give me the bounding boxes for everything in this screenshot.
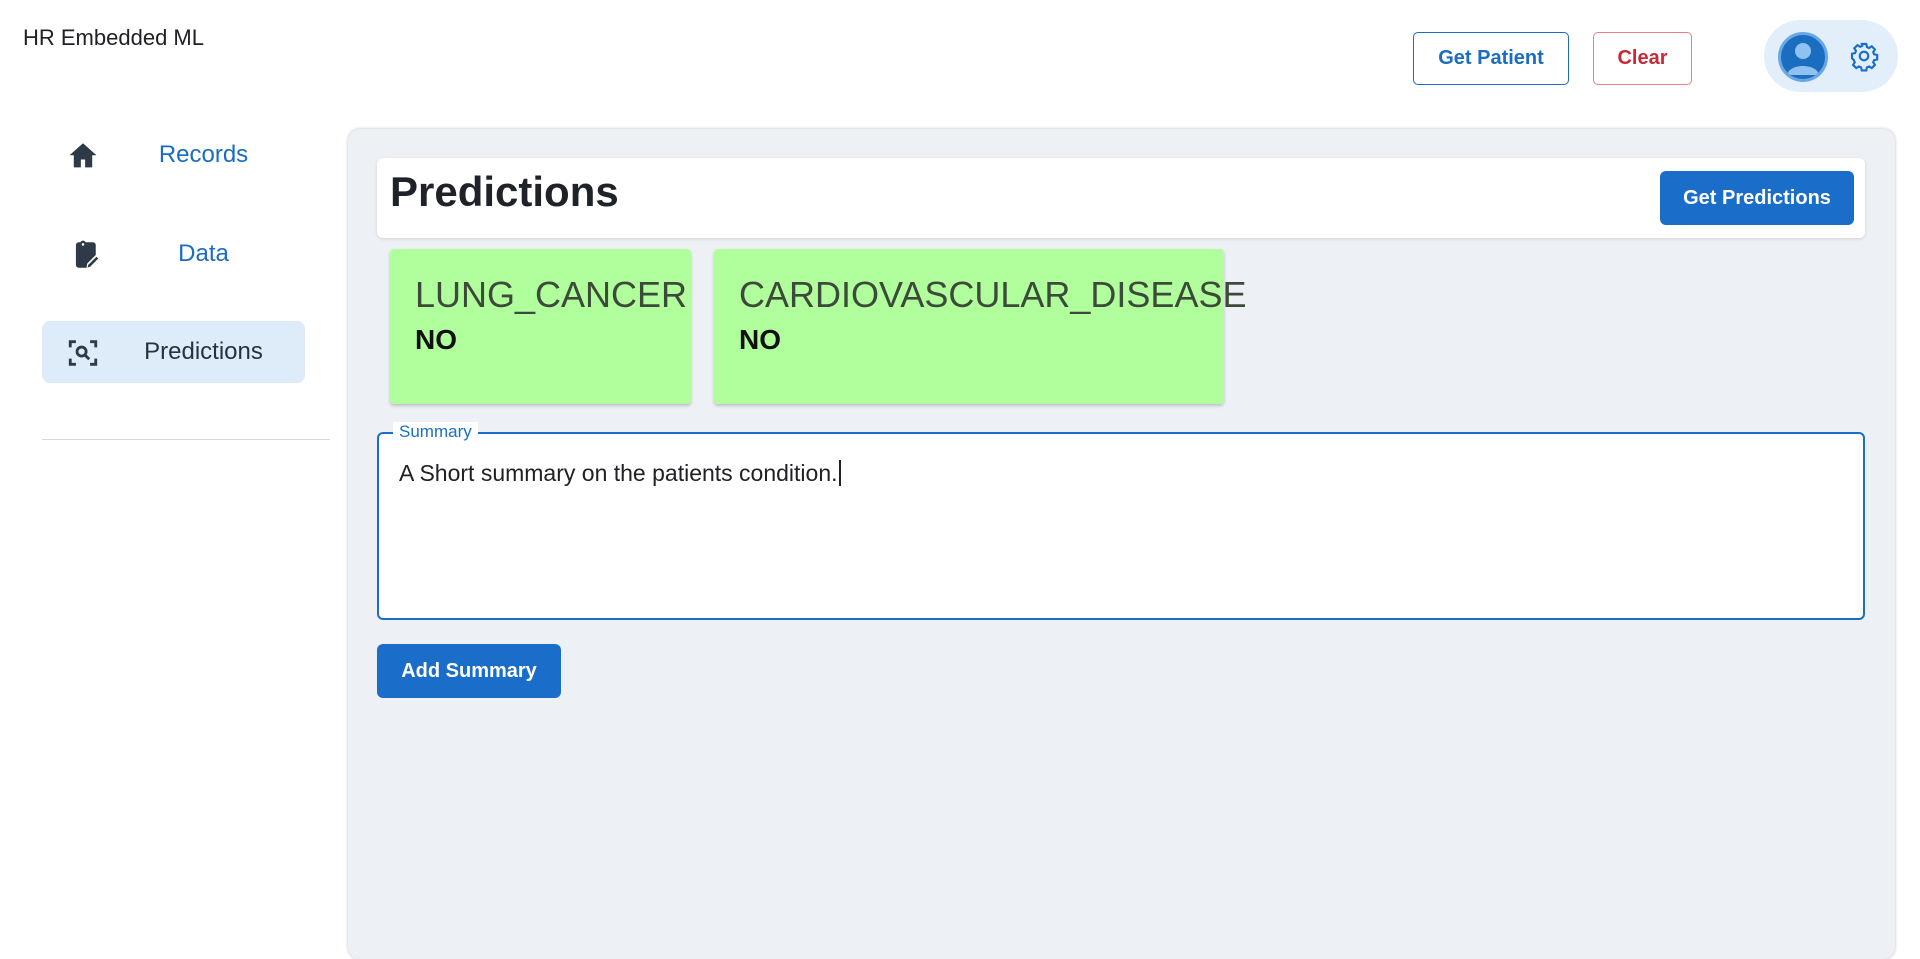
summary-value: A Short summary on the patients conditio… [399, 460, 838, 486]
sidebar-item-label: Records [158, 141, 249, 168]
sidebar-item-label: Data [178, 240, 229, 267]
home-icon [66, 139, 100, 173]
sidebar-divider [42, 439, 330, 440]
main-panel: Predictions Get Predictions LUNG_CANCER … [348, 129, 1895, 959]
get-predictions-button[interactable]: Get Predictions [1660, 171, 1854, 225]
prediction-value: NO [415, 324, 457, 355]
prediction-name: LUNG_CANCER [415, 274, 688, 315]
summary-label: Summary [393, 422, 478, 442]
scan-search-icon [66, 336, 100, 370]
prediction-name: CARDIOVASCULAR_DISEASE [739, 274, 1247, 315]
sidebar-item-label: Predictions [144, 338, 263, 365]
predictions-header: Predictions Get Predictions [377, 158, 1865, 238]
account-circle-icon[interactable] [1778, 32, 1828, 82]
clipboard-edit-icon [66, 238, 100, 272]
prediction-card: LUNG_CANCER NO [390, 249, 691, 404]
sidebar-item-records[interactable]: Records [42, 124, 305, 186]
prediction-card: CARDIOVASCULAR_DISEASE NO [714, 249, 1247, 404]
summary-field[interactable]: Summary A Short summary on the patients … [377, 422, 1865, 620]
summary-textarea[interactable]: A Short summary on the patients conditio… [399, 460, 841, 487]
app-title: HR Embedded ML [23, 25, 204, 50]
prediction-value: NO [739, 324, 781, 355]
sidebar-item-predictions[interactable]: Predictions [42, 321, 305, 383]
clear-button[interactable]: Clear [1593, 32, 1692, 85]
get-patient-button[interactable]: Get Patient [1413, 32, 1569, 85]
page-title: Predictions [390, 168, 619, 215]
text-caret [838, 460, 841, 486]
sidebar-item-data[interactable]: Data [42, 223, 305, 285]
gear-icon[interactable] [1848, 40, 1880, 72]
profile-pill [1764, 20, 1898, 92]
add-summary-button[interactable]: Add Summary [377, 644, 561, 698]
